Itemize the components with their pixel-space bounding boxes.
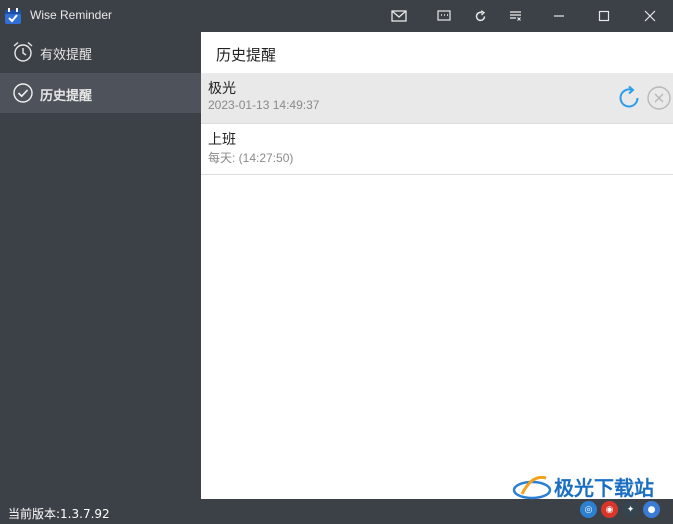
sidebar-item-history-reminders[interactable]: 历史提醒 — [0, 73, 201, 113]
close-icon — [644, 10, 656, 22]
version-label: 当前版本:1.3.7.92 — [8, 507, 110, 521]
sidebar: 有效提醒 历史提醒 — [0, 32, 201, 499]
reminder-time: 每天: (14:27:50) — [208, 151, 294, 165]
watermark-logo-icon — [512, 475, 552, 500]
minimize-button[interactable] — [541, 0, 577, 32]
check-circle-icon — [13, 83, 33, 103]
restore-icon[interactable] — [617, 85, 643, 111]
message-button[interactable] — [426, 0, 462, 32]
app-logo-icon — [5, 8, 21, 24]
reminder-row[interactable]: 极光 2023-01-13 14:49:37 — [201, 73, 673, 124]
mail-icon — [391, 10, 407, 22]
main-panel: 历史提醒 极光 2023-01-13 14:49:37 上班 每天: (14:2… — [201, 32, 673, 499]
reminder-row[interactable]: 上班 每天: (14:27:50) — [201, 124, 673, 175]
alarm-clock-icon — [13, 41, 33, 62]
list-settings-icon — [509, 11, 521, 21]
list-settings-button[interactable] — [497, 0, 533, 32]
reminder-name: 极光 — [208, 81, 236, 97]
title-bar: Wise Reminder — [0, 0, 673, 32]
weibo-icon: ◉ — [601, 501, 618, 518]
sidebar-item-label: 有效提醒 — [40, 48, 93, 63]
maximize-icon — [598, 10, 610, 22]
reminder-time: 2023-01-13 14:49:37 — [208, 98, 320, 112]
page-title: 历史提醒 — [216, 46, 277, 64]
reminder-name: 上班 — [208, 132, 236, 148]
watermark: 极光下载站 ◎ ◉ ✦ ● — [512, 470, 673, 524]
mail-button[interactable] — [381, 0, 417, 32]
delete-icon[interactable] — [646, 85, 672, 111]
web-icon: ● — [643, 501, 660, 518]
sidebar-item-active-reminders[interactable]: 有效提醒 — [0, 32, 201, 72]
refresh-button[interactable] — [462, 0, 498, 32]
maximize-button[interactable] — [586, 0, 622, 32]
sidebar-item-label: 历史提醒 — [40, 89, 93, 104]
minimize-icon — [554, 15, 564, 17]
social-icon: ◎ — [580, 501, 597, 518]
refresh-icon — [475, 9, 485, 21]
close-button[interactable] — [632, 0, 668, 32]
app-title: Wise Reminder — [30, 8, 113, 22]
watermark-text: 极光下载站 — [554, 476, 654, 500]
tieba-icon: ✦ — [622, 501, 639, 518]
message-icon — [437, 10, 451, 21]
